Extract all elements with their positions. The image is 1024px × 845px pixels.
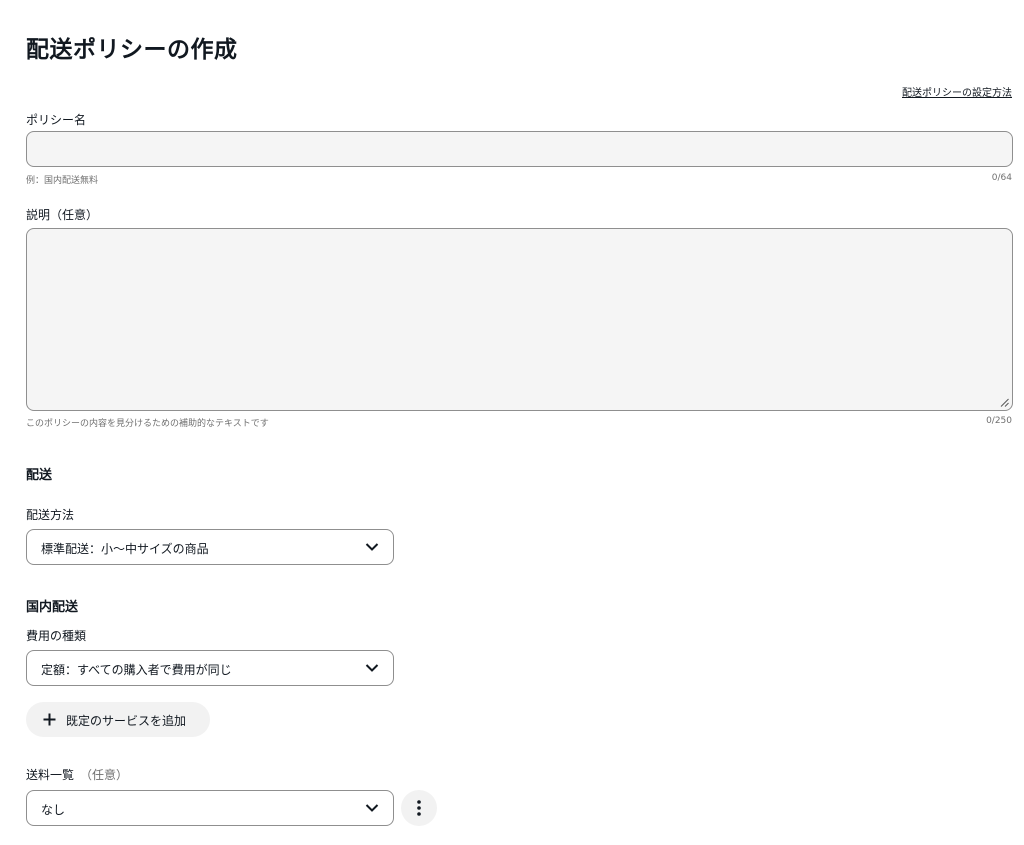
chevron-down-icon [365, 543, 379, 551]
policy-name-counter: 0/64 [991, 173, 1012, 183]
rate-table-more-button[interactable] [401, 790, 437, 826]
description-textarea[interactable] [26, 228, 1013, 411]
description-hint: このポリシーの内容を見分けるための補助的なテキストです [26, 419, 269, 429]
cost-type-value: 定額：すべての購入者で費用が同じ [41, 663, 232, 677]
rate-table-label-text: 送料一覧 [26, 768, 75, 782]
description-counter: 0/250 [986, 416, 1012, 426]
more-vertical-icon [417, 800, 421, 816]
page-title: 配送ポリシーの作成 [26, 37, 238, 63]
shipping-method-label: 配送方法 [26, 508, 75, 522]
policy-name-hint: 例：国内配送無料 [26, 176, 99, 186]
shipping-policy-help-link[interactable]: 配送ポリシーの設定方法 [902, 84, 1012, 99]
add-default-service-label: 既定のサービスを追加 [66, 714, 187, 728]
description-label: 説明（任意） [26, 208, 99, 222]
chevron-down-icon [365, 804, 379, 812]
rate-table-value: なし [41, 803, 66, 817]
rate-table-label: 送料一覧 （任意） [26, 766, 128, 783]
domestic-shipping-heading: 国内配送 [26, 600, 79, 615]
create-shipping-policy-page: 配送ポリシーの作成 配送ポリシーの設定方法 ポリシー名 例：国内配送無料 0/6… [0, 0, 1024, 845]
cost-type-label: 費用の種類 [26, 629, 87, 643]
chevron-down-icon [365, 664, 379, 672]
policy-name-label: ポリシー名 [26, 113, 87, 127]
rate-table-optional-tag: （任意） [80, 768, 129, 782]
cost-type-select[interactable]: 定額：すべての購入者で費用が同じ [26, 650, 394, 686]
plus-icon [43, 713, 56, 726]
policy-name-input[interactable] [26, 131, 1013, 167]
resize-handle-icon[interactable] [1000, 398, 1009, 407]
shipping-section-heading: 配送 [26, 468, 53, 483]
add-default-service-button[interactable]: 既定のサービスを追加 [26, 702, 210, 737]
shipping-method-value: 標準配送：小〜中サイズの商品 [41, 542, 209, 556]
shipping-method-select[interactable]: 標準配送：小〜中サイズの商品 [26, 529, 394, 565]
rate-table-select[interactable]: なし [26, 790, 394, 826]
